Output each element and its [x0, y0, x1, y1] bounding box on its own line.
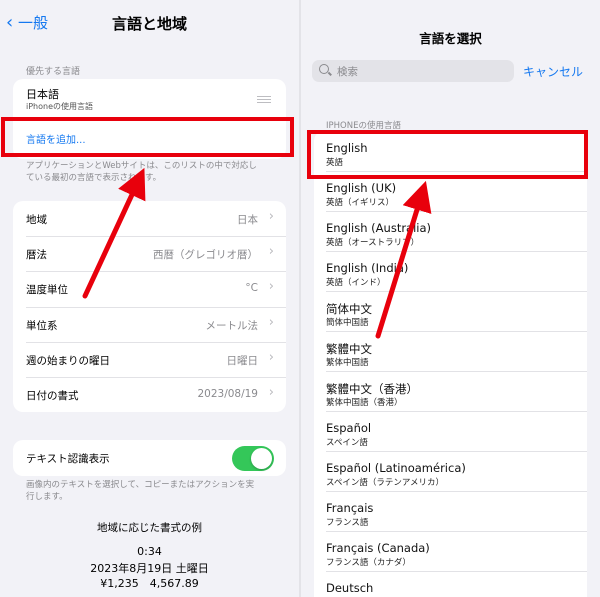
arrow-annotation-right: [375, 180, 432, 339]
arrow-annotation-left: [82, 167, 146, 299]
annotation-arrows: [82, 167, 432, 339]
